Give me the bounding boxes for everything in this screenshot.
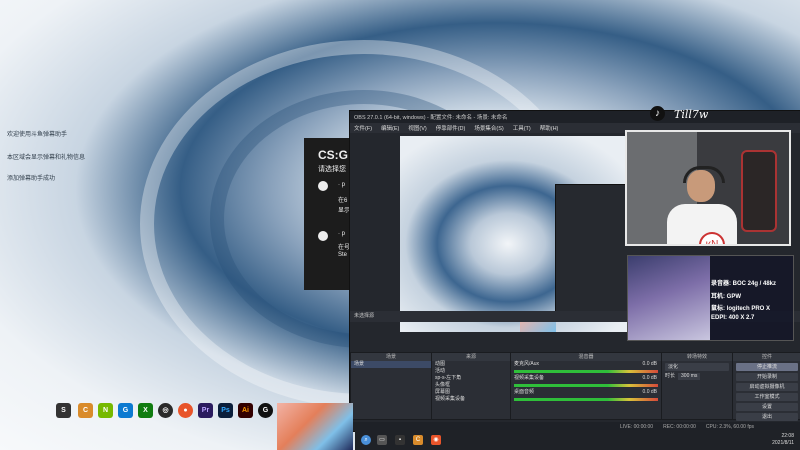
channel-db: 0.0 dB — [642, 375, 657, 381]
dialog-subtitle: 请选择您 — [318, 166, 346, 173]
dock-title: 场景 — [351, 353, 431, 361]
task-view-icon[interactable]: ▭ — [377, 435, 387, 445]
stop-streaming-button[interactable]: 停止推流 — [736, 363, 798, 371]
start-recording-button[interactable]: 开始录制 — [736, 373, 798, 381]
mixer-channel: 视频采集设备 0.0 dB — [511, 375, 661, 382]
dock-title: 转场特效 — [662, 353, 732, 361]
premiere-icon[interactable]: Pr — [198, 403, 213, 418]
duration-label: 时长 — [665, 373, 676, 379]
radio-option-1[interactable] — [318, 181, 328, 191]
volume-meter[interactable] — [514, 384, 658, 387]
menu-help[interactable]: 帮助(H) — [540, 124, 559, 132]
option-label: Ste — [338, 252, 348, 258]
desktop-text: 添加弹幕助手成功 — [7, 176, 56, 182]
channel-db: 0.0 dB — [642, 361, 657, 367]
menu-file[interactable]: 文件(F) — [354, 124, 372, 132]
record-icon[interactable]: ● — [178, 403, 193, 418]
no-source-label: 未选择源 — [354, 313, 375, 319]
source-item[interactable]: 头像框 — [432, 382, 510, 389]
mixer-dock: 混音器 麦克风/Aux 0.0 dB 视频采集设备 0.0 dB 桌面音频 0.… — [510, 352, 662, 420]
window-title: OBS 27.0.1 (64-bit, windows) - 配置文件: 未命名… — [354, 115, 508, 121]
obs-titlebar[interactable]: OBS 27.0.1 (64-bit, windows) - 配置文件: 未命名… — [350, 111, 800, 123]
source-item[interactable]: 活动 — [432, 368, 510, 375]
dock-title: 混音器 — [511, 353, 661, 361]
menu-scene-collection[interactable]: 场景集合(S) — [474, 124, 503, 132]
gaming-chair — [741, 150, 777, 232]
mixer-channel: 麦克风/Aux 0.0 dB — [511, 361, 661, 368]
gear-specs-panel: 录音器: BOC 24g / 48kz 耳机: GPW 鼠标: logitech… — [627, 255, 794, 341]
settings-button[interactable]: 设置 — [736, 403, 798, 411]
exit-button[interactable]: 退出 — [736, 413, 798, 421]
source-item[interactable]: sp-s-左下角 — [432, 375, 510, 382]
cpu-fps: CPU: 2.3%, 60.00 fps — [705, 423, 754, 430]
anime-character — [628, 256, 710, 340]
xbox-icon[interactable]: X — [138, 403, 153, 418]
scenes-dock: 场景 场景 — [350, 352, 432, 420]
obs-taskbar-icon[interactable]: ◉ — [431, 435, 441, 445]
channel-db: 0.0 dB — [642, 389, 657, 395]
search-icon[interactable]: ⌕ — [361, 435, 371, 445]
csgo-dialog: CS:G 请选择您 · p 在6 显示 · p 在号 Ste — [304, 138, 350, 290]
photoshop-icon[interactable]: Ps — [218, 403, 233, 418]
sources-dock: 来源 动图 活动 sp-s-左下角 头像框 屏幕图 视频采集设备 — [431, 352, 511, 420]
channel-name: 麦克风/Aux — [514, 361, 540, 367]
clock-date: 2021/8/11 — [772, 440, 794, 446]
desktop-text: 本区域会显示弹幕和礼物信息 — [7, 155, 86, 161]
option-label: · p — [338, 231, 346, 237]
obs-icon[interactable]: ◎ — [158, 403, 173, 418]
radio-option-2[interactable] — [318, 231, 328, 241]
illustrator-icon[interactable]: Ai — [238, 403, 253, 418]
system-taskbar: ⌕ ▭ ▪ C ◉ 22:08 2021/8/11 — [355, 430, 800, 450]
spec-line: 录音器: BOC 24g / 48kz — [711, 281, 777, 287]
option-label: · p — [338, 182, 346, 188]
studio-mode-button[interactable]: 工作室模式 — [736, 393, 798, 401]
virtual-camera-button[interactable]: 启动虚拟摄像机 — [736, 383, 798, 391]
live-timer: LIVE: 00:00:00 — [620, 423, 654, 430]
menu-docks[interactable]: 停靠部件(D) — [436, 124, 466, 132]
duration-input[interactable]: 300 ms — [678, 373, 701, 380]
steam-icon[interactable]: S — [56, 403, 71, 418]
dialog-title: CS:G — [318, 148, 348, 162]
transitions-dock: 转场特效 淡化 时长 300 ms — [661, 352, 733, 420]
app-icon[interactable]: ▪ — [395, 435, 405, 445]
source-item[interactable]: 动图 — [432, 361, 510, 368]
transition-select[interactable]: 淡化 — [665, 363, 729, 371]
logitech-icon[interactable]: G — [258, 403, 273, 418]
cs-go-taskbar-icon[interactable]: C — [413, 435, 423, 445]
tiktok-icon: ♪ — [650, 106, 665, 121]
clock-time: 22:08 — [781, 433, 794, 439]
spec-line: 耳机: GPW — [711, 294, 741, 300]
g-hub-icon[interactable]: G — [118, 403, 133, 418]
menu-tools[interactable]: 工具(T) — [513, 124, 531, 132]
desktop-text: 欢迎使用斗鱼弹幕助手 — [7, 132, 68, 138]
rec-timer: REC: 00:00:00 — [663, 423, 696, 430]
volume-meter[interactable] — [514, 370, 658, 373]
controls-dock: 控件 停止推流 开始录制 启动虚拟摄像机 工作室模式 设置 退出 — [732, 352, 800, 421]
webcam-feed: ʁN — [625, 130, 791, 246]
option-label: 在6 — [338, 198, 348, 204]
dock-title: 控件 — [733, 353, 800, 361]
anime-thumbnail — [277, 403, 353, 450]
system-clock[interactable]: 22:08 2021/8/11 — [772, 433, 794, 447]
spec-line: 鼠标: logitech PRO X — [711, 306, 771, 312]
menu-edit[interactable]: 编辑(E) — [381, 124, 399, 132]
mixer-channel: 桌面音频 0.0 dB — [511, 389, 661, 396]
volume-meter[interactable] — [514, 398, 658, 401]
channel-name: 视频采集设备 — [514, 375, 545, 381]
headphones — [683, 166, 725, 183]
scene-item[interactable]: 场景 — [351, 361, 431, 368]
streamer-name: Till7w — [674, 108, 709, 121]
spec-line: EDPI: 400 X 2.7 — [711, 315, 755, 321]
cs-go-icon[interactable]: C — [78, 403, 93, 418]
source-item[interactable]: 屏幕图 — [432, 389, 510, 396]
source-item[interactable]: 视频采集设备 — [432, 396, 510, 403]
nvidia-icon[interactable]: N — [98, 403, 113, 418]
menu-view[interactable]: 视图(V) — [408, 124, 426, 132]
channel-name: 桌面音频 — [514, 389, 535, 395]
duration-row: 时长 300 ms — [662, 373, 732, 380]
dock-title: 来源 — [432, 353, 510, 361]
obs-preview[interactable] — [400, 136, 640, 332]
